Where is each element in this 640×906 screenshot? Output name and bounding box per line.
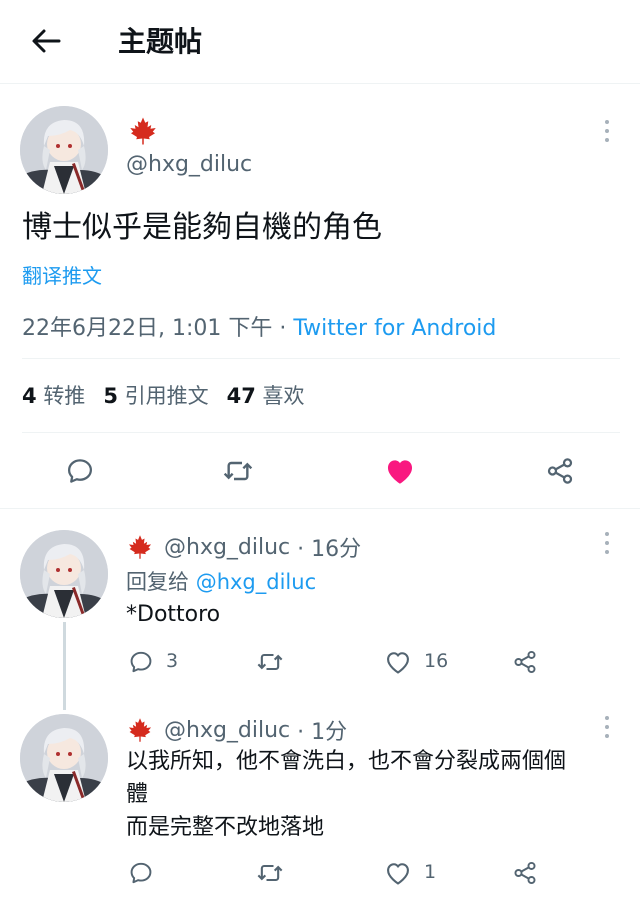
tweet-text: 博士似乎是能夠自機的角色 xyxy=(22,210,382,245)
back-button[interactable] xyxy=(26,24,66,58)
avatar-image xyxy=(20,106,108,194)
reply-button[interactable] xyxy=(126,858,156,888)
reply-header: @hxg_diluc · 16分 xyxy=(126,531,361,563)
like-count: 1 xyxy=(424,861,437,883)
share-icon xyxy=(512,649,538,675)
retweet-icon xyxy=(256,859,284,887)
avatar-image xyxy=(20,530,108,618)
heart-icon xyxy=(384,859,412,887)
meta-separator: · xyxy=(272,316,294,341)
back-arrow-icon xyxy=(32,29,61,53)
reply-text: 以我所知，他不會洗白，也不會分裂成兩個個 體 而是完整不改地落地 xyxy=(126,745,616,844)
reply-handle[interactable]: @hxg_diluc xyxy=(164,718,290,743)
quotes-stat[interactable]: 5 引用推文 xyxy=(103,384,208,408)
retweet-button[interactable] xyxy=(220,453,256,489)
reply-handle[interactable]: @hxg_diluc xyxy=(164,535,290,560)
retweet-icon xyxy=(256,648,284,676)
like-button[interactable] xyxy=(380,452,420,490)
user-handle[interactable]: @hxg_diluc xyxy=(126,152,252,177)
reply-time: · 1分 xyxy=(297,720,348,745)
divider xyxy=(22,432,620,433)
reply-count: 3 xyxy=(166,650,179,672)
tweet-source[interactable]: Twitter for Android xyxy=(293,316,496,341)
reply-to-label: 回复给 xyxy=(126,570,189,594)
reply-button[interactable] xyxy=(62,453,98,489)
reply-header: @hxg_diluc · 1分 xyxy=(126,714,347,746)
heart-filled-icon xyxy=(383,454,417,488)
page-title: 主题帖 xyxy=(118,25,203,58)
divider xyxy=(22,358,620,359)
maple-leaf-icon xyxy=(128,116,158,146)
share-button[interactable] xyxy=(510,858,540,888)
like-count: 16 xyxy=(424,650,449,672)
tweet-stats: 4 转推 5 引用推文 47 喜欢 xyxy=(22,380,305,410)
tweet-timestamp[interactable]: 22年6月22日, 1:01 下午 xyxy=(22,316,272,341)
reply-text-line: 以我所知，他不會洗白，也不會分裂成兩個個 xyxy=(126,749,567,774)
share-button[interactable] xyxy=(510,647,540,677)
divider xyxy=(0,508,640,509)
retweets-stat[interactable]: 4 转推 xyxy=(22,384,85,408)
like-button[interactable] xyxy=(382,646,414,678)
translate-link[interactable]: 翻译推文 xyxy=(22,260,102,289)
avatar[interactable] xyxy=(20,106,108,194)
retweet-icon xyxy=(222,455,254,487)
share-icon xyxy=(545,456,575,486)
reply-text-line: 體 xyxy=(126,782,149,807)
reply-icon xyxy=(128,649,154,675)
maple-leaf-icon xyxy=(126,717,154,743)
thread-line xyxy=(63,622,66,710)
heart-icon xyxy=(384,648,412,676)
like-button[interactable] xyxy=(382,857,414,889)
avatar[interactable] xyxy=(20,530,108,618)
reply-icon xyxy=(65,456,95,486)
share-button[interactable] xyxy=(542,453,578,489)
share-icon xyxy=(512,860,538,886)
tweet-meta: 22年6月22日, 1:01 下午 · Twitter for Android xyxy=(22,310,496,342)
more-icon[interactable] xyxy=(597,530,617,556)
reply-text-line: 而是完整不改地落地 xyxy=(126,815,325,840)
reply-to-line: 回复给 @hxg_diluc xyxy=(126,566,316,596)
avatar[interactable] xyxy=(20,714,108,802)
likes-stat[interactable]: 47 喜欢 xyxy=(227,384,305,408)
retweet-button[interactable] xyxy=(254,858,286,888)
reply-button[interactable] xyxy=(126,647,156,677)
reply-icon xyxy=(128,860,154,886)
reply-time: · 16分 xyxy=(297,537,362,562)
top-bar: 主题帖 xyxy=(0,0,640,84)
reply-to-mention[interactable]: @hxg_diluc xyxy=(196,570,316,594)
more-icon[interactable] xyxy=(597,714,617,740)
retweet-button[interactable] xyxy=(254,647,286,677)
reply-text: *Dottoro xyxy=(126,602,221,627)
maple-leaf-icon xyxy=(126,534,154,560)
avatar-image xyxy=(20,714,108,802)
more-icon[interactable] xyxy=(597,118,617,144)
